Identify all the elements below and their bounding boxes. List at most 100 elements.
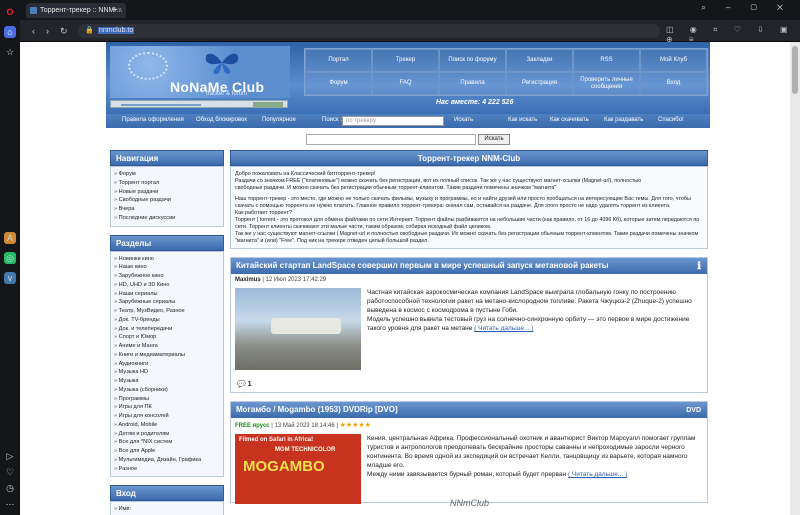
home-icon[interactable]: ⌂ [4,26,16,38]
subnav-rules[interactable]: Правила оформления [122,117,184,123]
section-item[interactable]: Зарубежное кино [114,272,220,281]
heart-icon[interactable]: ♡ [4,466,16,478]
subnav-how-download[interactable]: Как скачивать [550,117,589,123]
section-item[interactable]: Музыка [114,377,220,386]
comments-count[interactable]: 💬 1 [231,378,707,392]
subnav-how-search[interactable]: Как искать [508,117,537,123]
news-title[interactable]: Китайский стартап LandSpace совершил пер… [231,258,707,274]
section-item[interactable]: Док. TV-бренды [114,316,220,325]
menu-item-forum-search[interactable]: Поиск по форуму [439,49,506,72]
history-icon[interactable]: ◷ [4,482,16,494]
nav-item[interactable]: Торрент портал [114,179,220,188]
subnav-bypass[interactable]: Обход блокировок [196,117,247,123]
section-item[interactable]: Android, Mobile [114,421,220,430]
news-item: Могамбо / Mogambo (1953) DVDRip [DVO] DV… [230,401,708,504]
vk-icon[interactable]: v [4,272,16,284]
close-icon[interactable]: × [118,3,122,18]
scrollbar[interactable] [790,42,800,515]
nav-item[interactable]: Вчера [114,205,220,214]
menu-item-messages[interactable]: Проверить личные сообщения [573,72,640,95]
sidebar: Навигация Форум Торрент портал Новые раз… [110,150,224,515]
reload-icon[interactable]: ↻ [60,25,68,37]
nav-item[interactable]: Новые раздачи [114,188,220,197]
nav-item[interactable]: Свободные раздачи [114,196,220,205]
intro-line: Раздачи со значком FREE ("платиновые") м… [235,178,642,184]
favicon-icon [30,7,37,14]
nav-item[interactable]: Форум [114,170,220,179]
menu-item-rules[interactable]: Правила [439,72,506,95]
read-more-link[interactable]: ( Читать дальше... ) [568,471,627,478]
nav-title: Навигация [110,150,224,166]
star-icon[interactable]: ☆ [4,46,16,58]
back-icon[interactable]: ‹ [32,25,35,37]
section-item[interactable]: Наше кино [114,263,220,272]
menu-item-bookmarks[interactable]: Закладки [506,49,573,72]
subnav-popular[interactable]: Популярное [262,117,296,123]
section-item[interactable]: Аниме и Манга [114,342,220,351]
nav-item[interactable]: Последние дискуссии [114,214,220,223]
site-search-input[interactable] [306,134,476,145]
menu-item-rss[interactable]: RSS [573,49,640,72]
section-item[interactable]: Все для Apple [114,447,220,456]
menu-item-register[interactable]: Регистрация [506,72,573,95]
section-item[interactable]: Игры для ПК [114,403,220,412]
section-item[interactable]: Все для *NIX систем [114,438,220,447]
scrollbar-thumb[interactable] [792,46,798,94]
news-title-text[interactable]: Китайский стартап LandSpace совершил пер… [236,261,609,270]
menu-item-portal[interactable]: Портал [305,49,372,72]
site-search-button[interactable]: Искать [478,134,510,145]
news-item: Китайский стартап LandSpace совершил пер… [230,257,708,393]
menu-item-login[interactable]: Вход [640,72,707,95]
window-controls[interactable]: ⌕ – ▢ ✕ [701,3,792,13]
section-item[interactable]: Театр, МузВидео, Разное [114,307,220,316]
section-item[interactable]: Книги и медиаматериалы [114,351,220,360]
subnav-how-upload[interactable]: Как раздавать [604,117,643,123]
url-text: nnmclub.to [98,27,135,34]
section-item[interactable]: Док. и телепередачи [114,325,220,334]
read-more-link[interactable]: ( Читать дальше... ) [474,325,533,332]
menu-item-forum[interactable]: Форум [305,72,372,95]
tab-title: Торрент-трекер :: NNM-... [40,7,123,14]
section-item[interactable]: Новинки кино [114,255,220,264]
url-field[interactable]: 🔒 nnmclub.to [78,24,660,38]
new-tab-button[interactable]: + [112,3,118,18]
news-title[interactable]: Могамбо / Mogambo (1953) DVDRip [DVO] DV… [231,402,707,418]
section-item[interactable]: Музыка HD [114,368,220,377]
player-icon[interactable]: ▷ [4,450,16,462]
rating-stars: ★★★★★ [339,422,371,429]
lock-icon: 🔒 [85,27,94,34]
section-item[interactable]: Наши сериалы [114,290,220,299]
section-item[interactable]: Зарубежные сериалы [114,298,220,307]
site-logo[interactable]: NoNaMe Club tracker & forum [110,46,290,98]
player-volume[interactable] [253,102,283,107]
browser-tab[interactable]: Торрент-трекер :: NNM-... × [26,3,126,18]
news-title-text[interactable]: Могамбо / Mogambo (1953) DVDRip [DVO] [236,405,398,414]
subnav-search-button[interactable]: Искать [454,117,473,123]
news-author[interactable]: FREE ярусс [235,423,270,429]
news-author[interactable]: Maximus [235,277,261,283]
forward-icon[interactable]: › [46,25,49,37]
section-item[interactable]: Игры для консолей [114,412,220,421]
intro-line: Наш торрент-трекер - это место, где можн… [235,196,691,209]
section-item[interactable]: Аудиокниги [114,360,220,369]
section-item[interactable]: HD, UHD и 3D Кино [114,281,220,290]
section-item[interactable]: Программы [114,395,220,404]
menu-item-faq[interactable]: FAQ [372,72,439,95]
section-item[interactable]: Спорт и Юмор [114,333,220,342]
section-item[interactable]: Разное [114,465,220,474]
aria-icon[interactable]: A [4,232,16,244]
section-item[interactable]: Мультимедиа, Дизайн, Графика [114,456,220,465]
more-icon[interactable]: ⋯ [4,498,16,510]
whatsapp-icon[interactable]: ◎ [4,252,16,264]
tracker-search-input[interactable]: по трекеру [342,116,444,126]
section-item[interactable]: Детям и родителям [114,430,220,439]
info-icon: ℹ [697,261,701,272]
subnav-thanks[interactable]: Спасибо! [658,117,684,123]
player-progress[interactable] [121,104,201,106]
menu-item-my-club[interactable]: Мой Клуб [640,49,707,72]
opera-logo-icon[interactable]: O [4,6,16,18]
menu-item-tracker[interactable]: Трекер [372,49,439,72]
radio-player[interactable] [110,100,288,108]
section-item[interactable]: Музыка (сборники) [114,386,220,395]
sections-title: Разделы [110,234,224,251]
